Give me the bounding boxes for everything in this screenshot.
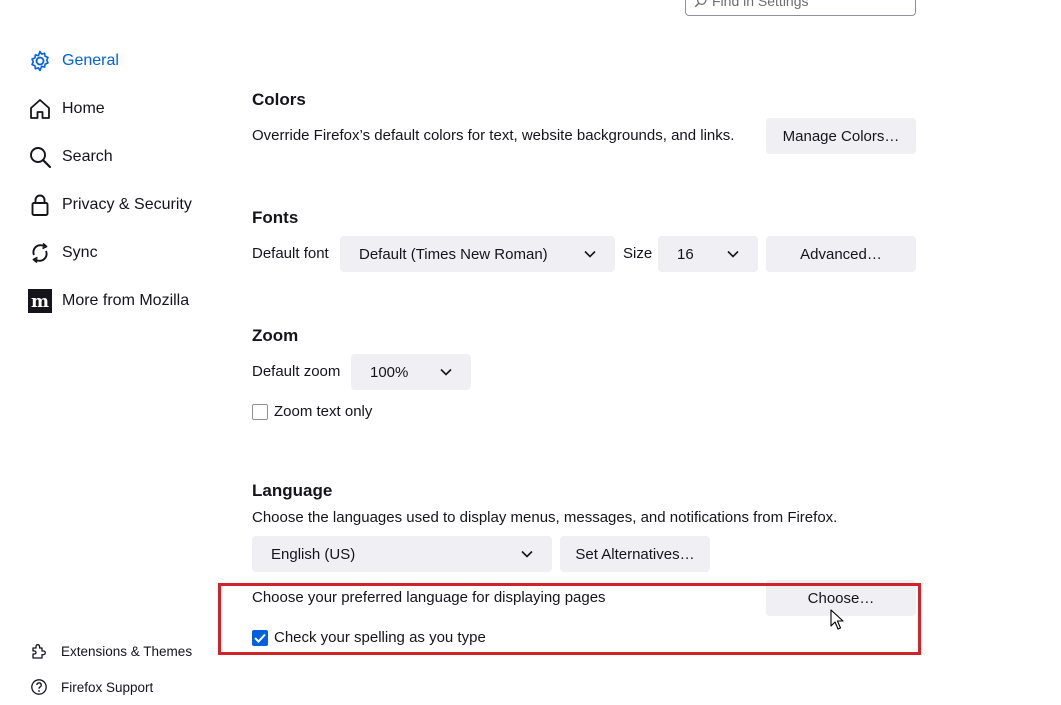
language-heading: Language — [252, 481, 333, 500]
mouse-cursor-icon — [830, 609, 844, 630]
zoom-text-only-label: Zoom text only — [274, 403, 373, 420]
colors-description: Override Firefox’s default colors for te… — [252, 127, 735, 144]
default-zoom-select[interactable]: 100% — [351, 354, 471, 390]
zoom-heading: Zoom — [252, 326, 299, 345]
help-icon — [30, 678, 48, 696]
sidebar-item-label: Home — [62, 100, 105, 117]
language-description: Choose the languages used to display men… — [252, 509, 838, 526]
font-size-label: Size — [623, 245, 653, 262]
default-zoom-value: 100% — [370, 363, 409, 381]
sidebar-item-search[interactable]: Search — [28, 141, 113, 173]
find-in-settings-box[interactable] — [685, 0, 916, 16]
sidebar-item-privacy-security[interactable]: Privacy & Security — [28, 189, 192, 221]
sidebar-extensions-themes[interactable]: Extensions & Themes — [30, 640, 192, 662]
sidebar-item-more-from-mozilla[interactable]: m More from Mozilla — [28, 285, 189, 317]
default-font-label: Default font — [252, 245, 329, 262]
mozilla-icon: m — [28, 289, 52, 313]
language-select[interactable]: English (US) — [252, 536, 552, 572]
svg-text:m: m — [31, 292, 49, 312]
sidebar-item-label: Sync — [62, 244, 98, 261]
default-font-select[interactable]: Default (Times New Roman) — [340, 236, 615, 272]
zoom-text-only-checkbox[interactable] — [252, 404, 268, 420]
font-size-value: 16 — [677, 245, 694, 263]
manage-colors-button[interactable]: Manage Colors… — [766, 118, 916, 154]
colors-heading: Colors — [252, 90, 306, 109]
footer-item-label: Extensions & Themes — [61, 643, 193, 659]
set-alternatives-button[interactable]: Set Alternatives… — [560, 536, 710, 572]
chevron-down-icon — [521, 550, 533, 558]
home-icon — [28, 97, 52, 121]
sidebar-item-label: General — [62, 52, 119, 69]
highlight-annotation — [218, 583, 921, 655]
sync-icon — [28, 241, 52, 265]
sidebar-item-label: Search — [62, 148, 113, 165]
sidebar-item-sync[interactable]: Sync — [28, 237, 98, 269]
sidebar-item-home[interactable]: Home — [28, 93, 105, 125]
chevron-down-icon — [440, 368, 452, 376]
search-icon — [28, 145, 52, 169]
sidebar-item-label: Privacy & Security — [62, 196, 192, 213]
chevron-down-icon — [727, 250, 739, 258]
find-in-settings-input[interactable] — [712, 0, 902, 9]
language-value: English (US) — [271, 545, 356, 563]
puzzle-icon — [30, 642, 48, 660]
footer-item-label: Firefox Support — [61, 679, 154, 695]
fonts-heading: Fonts — [252, 208, 299, 227]
sidebar-item-general[interactable]: General — [28, 45, 119, 77]
chevron-down-icon — [584, 250, 596, 258]
sidebar-item-label: More from Mozilla — [62, 292, 190, 309]
font-size-select[interactable]: 16 — [658, 236, 758, 272]
sidebar-firefox-support[interactable]: Firefox Support — [30, 676, 153, 698]
default-font-value: Default (Times New Roman) — [359, 245, 548, 263]
fonts-advanced-button[interactable]: Advanced… — [766, 236, 916, 272]
default-zoom-label: Default zoom — [252, 363, 341, 380]
lock-icon — [28, 193, 52, 217]
search-icon — [694, 0, 707, 7]
gear-icon — [28, 49, 52, 73]
